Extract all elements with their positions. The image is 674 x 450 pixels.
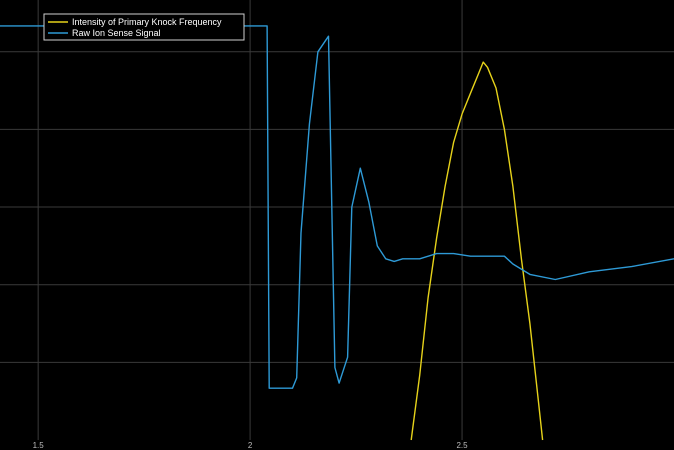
x-tick-label-1: 2 <box>248 441 253 450</box>
legend-label-ion: Raw Ion Sense Signal <box>72 28 161 38</box>
x-tick-label-2: 2.5 <box>456 441 468 450</box>
plot-area: 1.5 2 2.5 Intensity of Primary Knock Frequ… <box>0 0 674 450</box>
line-chart: 1.5 2 2.5 Intensity of Primary Knock Frequ… <box>0 0 674 450</box>
legend: Intensity of Primary Knock Frequency Raw… <box>43 13 245 41</box>
x-tick-label-0: 1.5 <box>33 441 45 450</box>
legend-label-knock: Intensity of Primary Knock Frequency <box>72 17 222 27</box>
plot-background <box>0 0 674 450</box>
